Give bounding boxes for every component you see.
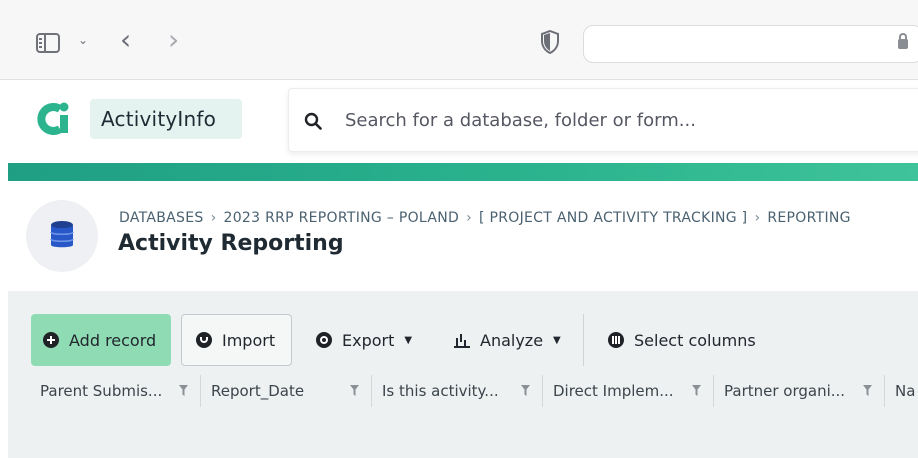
breadcrumb: DATABASES › 2023 RRP REPORTING – POLAND › [ …	[119, 210, 851, 226]
column-label: Na	[895, 382, 916, 400]
search-icon	[304, 112, 322, 130]
breadcrumb-item-folder[interactable]: [ PROJECT AND ACTIVITY TRACKING ]	[479, 210, 747, 226]
plus-icon	[43, 332, 59, 348]
filter-icon[interactable]	[179, 385, 188, 396]
column-header-name[interactable]: Na	[885, 375, 918, 407]
filter-icon[interactable]	[692, 385, 701, 396]
chevron-down-icon[interactable]: ⌄	[78, 33, 88, 47]
analyze-label: Analyze	[480, 330, 544, 350]
filter-icon[interactable]	[863, 385, 872, 396]
caret-down-icon: ▼	[404, 334, 413, 346]
forward-button[interactable]: ›	[168, 26, 179, 54]
breadcrumb-separator: ›	[210, 210, 217, 226]
add-record-label: Add record	[69, 330, 157, 350]
brand-name[interactable]: ActivityInfo	[101, 107, 216, 131]
database-avatar	[26, 200, 98, 272]
database-icon	[50, 221, 74, 248]
filter-icon[interactable]	[350, 385, 359, 396]
filter-icon[interactable]	[521, 385, 530, 396]
column-label: Direct Implem...	[553, 382, 674, 400]
header-accent-band	[8, 163, 918, 181]
select-columns-button[interactable]: Select columns	[604, 314, 756, 366]
export-label: Export	[342, 330, 395, 350]
sidebar-toggle-icon[interactable]	[36, 33, 60, 53]
columns-icon	[608, 332, 624, 348]
analyze-button[interactable]: Analyze ▼	[450, 314, 561, 366]
add-record-button[interactable]: Add record	[31, 314, 171, 366]
caret-down-icon: ▼	[553, 334, 561, 346]
import-icon	[196, 332, 212, 348]
select-columns-label: Select columns	[634, 330, 756, 350]
column-label: Is this activity...	[382, 382, 499, 400]
search-placeholder[interactable]: Search for a database, folder or form...	[345, 110, 696, 131]
shield-icon[interactable]	[540, 30, 560, 54]
lock-icon	[898, 33, 908, 49]
column-label: Parent Submis...	[40, 382, 163, 400]
column-label: Partner organi...	[724, 382, 846, 400]
breadcrumb-item-database[interactable]: 2023 RRP REPORTING – POLAND	[223, 210, 459, 226]
page-title: Activity Reporting	[118, 231, 344, 256]
breadcrumb-item-reporting[interactable]: REPORTING	[767, 210, 850, 226]
toolbar-divider	[583, 314, 584, 366]
column-header-is-this-activity[interactable]: Is this activity...	[372, 375, 543, 407]
column-header-direct-implementation[interactable]: Direct Implem...	[543, 375, 714, 407]
export-button[interactable]: Export ▼	[312, 314, 412, 366]
export-icon	[316, 332, 332, 348]
back-button[interactable]: ‹	[120, 26, 131, 54]
column-header-report-date[interactable]: Report_Date	[201, 375, 372, 407]
column-header-parent-submission[interactable]: Parent Submis...	[30, 375, 201, 407]
activityinfo-logo[interactable]	[32, 99, 72, 139]
column-label: Report_Date	[211, 382, 305, 400]
breadcrumb-separator: ›	[466, 210, 472, 226]
import-label: Import	[222, 330, 276, 350]
import-button[interactable]: Import	[181, 314, 292, 366]
breadcrumb-separator: ›	[754, 210, 761, 226]
address-bar[interactable]	[583, 25, 918, 63]
bar-chart-icon	[454, 332, 470, 348]
column-header-partner-organization[interactable]: Partner organi...	[714, 375, 885, 407]
breadcrumb-item-databases[interactable]: DATABASES	[119, 210, 204, 226]
